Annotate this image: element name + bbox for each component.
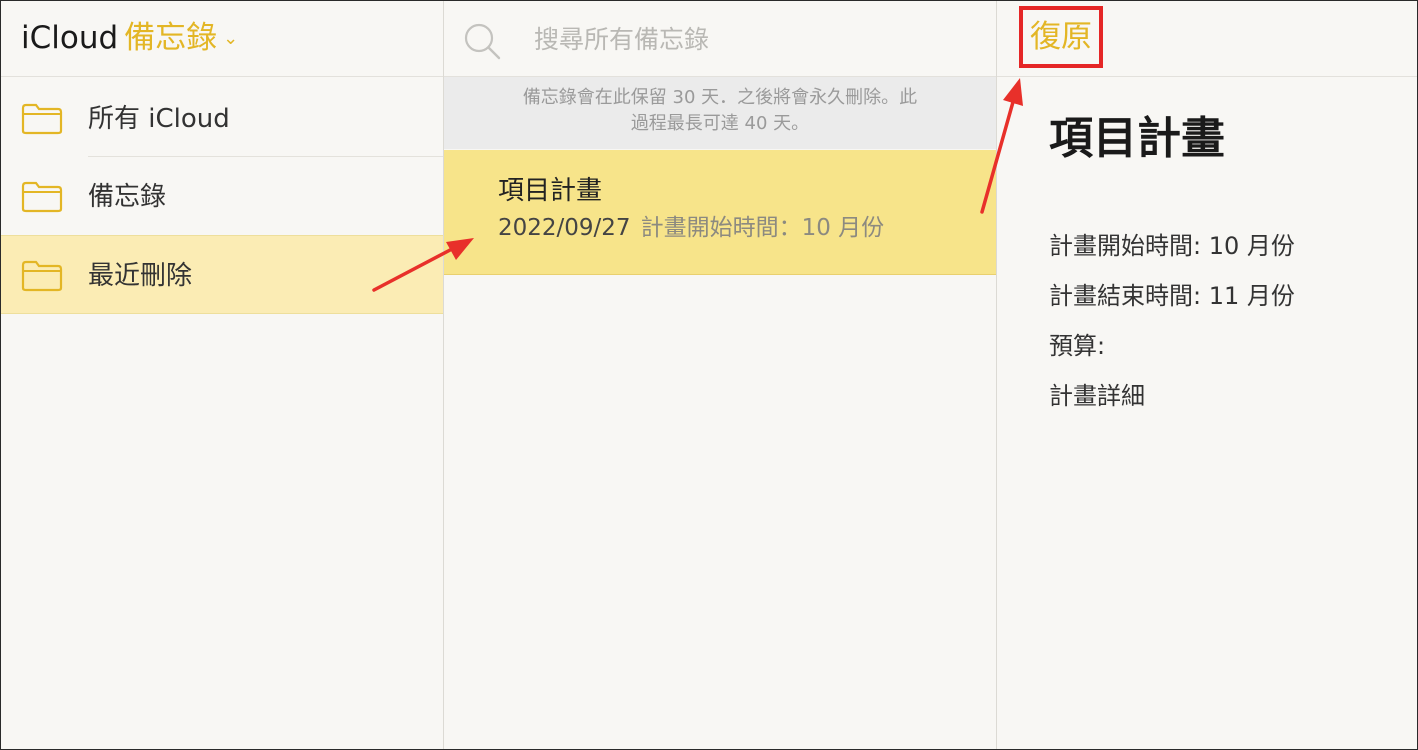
restore-button[interactable]: 復原: [1019, 6, 1103, 68]
sidebar-item-label: 所有 iCloud: [88, 104, 230, 134]
sidebar-item-label: 備忘錄: [88, 182, 167, 212]
app-title-notes: 備忘錄: [124, 20, 218, 56]
search-icon: [464, 23, 501, 60]
sidebar-item-all-icloud[interactable]: 所有 iCloud: [1, 79, 443, 157]
note-item-title: 項目計畫: [498, 176, 603, 206]
search-bar: [444, 1, 996, 77]
folder-icon: [21, 181, 63, 213]
note-item-snippet: 計畫開始時間：10 月份: [640, 215, 885, 241]
detail-toolbar: 復原: [997, 1, 1417, 77]
app-window: iCloud 備忘錄 ⌄ 所有 iCloud 備忘錄 最近刪除 搜尋所有備忘錄 …: [0, 0, 1418, 750]
note-item-subtitle: 2022/09/27 計畫開始時間：10 月份: [498, 212, 884, 244]
note-body-line: 計畫詳細: [1049, 382, 1145, 410]
note-body-line: 預算:: [1049, 332, 1106, 360]
sidebar-header: iCloud 備忘錄 ⌄: [1, 1, 443, 77]
note-list-item[interactable]: 項目計畫 2022/09/27 計畫開始時間：10 月份: [444, 150, 996, 275]
folders-sidebar: iCloud 備忘錄 ⌄ 所有 iCloud 備忘錄 最近刪除: [1, 1, 444, 749]
sidebar-item-recently-deleted[interactable]: 最近刪除: [1, 235, 443, 314]
folder-icon: [21, 103, 63, 135]
notes-list-column: 備忘錄會在此保留 30 天．之後將會永久刪除。此 過程最長可達 40 天。 項目…: [444, 1, 997, 749]
notice-line-2: 過程最長可達 40 天。: [630, 113, 810, 134]
note-title: 項目計畫: [1049, 113, 1225, 164]
sidebar-item-notes[interactable]: 備忘錄: [1, 157, 443, 235]
sidebar-item-label: 最近刪除: [88, 261, 193, 291]
chevron-down-icon: ⌄: [223, 28, 239, 49]
app-title-dropdown[interactable]: iCloud 備忘錄 ⌄: [21, 17, 238, 64]
notice-line-1: 備忘錄會在此保留 30 天．之後將會永久刪除。此: [522, 87, 918, 108]
note-body-line: 計畫開始時間: 10 月份: [1049, 232, 1295, 260]
note-item-date: 2022/09/27: [498, 215, 631, 241]
folder-icon: [21, 260, 63, 292]
recently-deleted-notice: 備忘錄會在此保留 30 天．之後將會永久刪除。此 過程最長可達 40 天。: [444, 77, 996, 149]
search-input[interactable]: [532, 19, 976, 59]
note-detail-pane: 復原 項目計畫 計畫開始時間: 10 月份 計畫結束時間: 11 月份 預算: …: [997, 1, 1417, 749]
note-body-line: 計畫結束時間: 11 月份: [1049, 282, 1295, 310]
app-title-icloud: iCloud: [21, 20, 119, 56]
